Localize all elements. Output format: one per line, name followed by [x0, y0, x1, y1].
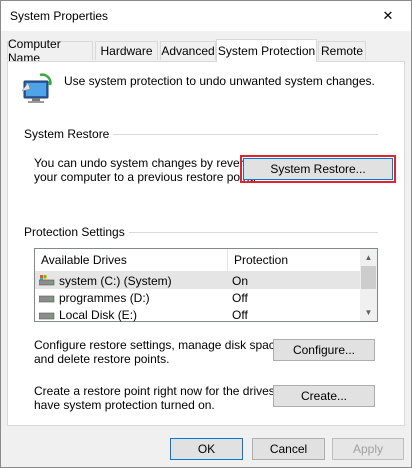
system-drive-icon: [38, 275, 55, 289]
scroll-up-icon[interactable]: ▲: [360, 249, 377, 266]
tab-system-protection[interactable]: System Protection: [216, 39, 317, 62]
system-protection-icon: [18, 71, 54, 110]
protection-settings-group-label: Protection Settings: [24, 225, 129, 239]
cancel-button[interactable]: Cancel: [252, 438, 325, 460]
title-bar: System Properties ✕: [1, 1, 411, 31]
column-available-drives[interactable]: Available Drives: [41, 253, 127, 267]
configure-description-2: and delete restore points.: [34, 352, 170, 366]
create-description-1: Create a restore point right now for the…: [34, 384, 299, 398]
system-restore-description-2: your computer to a previous restore poin…: [34, 170, 257, 184]
column-protection[interactable]: Protection: [234, 253, 288, 267]
table-row[interactable]: programmes (D:) Off: [35, 289, 360, 306]
drive-protection-status: Off: [232, 308, 248, 322]
drive-name: system (C:) (System): [59, 274, 172, 288]
drive-protection-status: On: [232, 274, 249, 288]
drives-list-header: Available Drives Protection: [35, 249, 360, 272]
system-restore-group-label: System Restore: [24, 127, 114, 141]
apply-button[interactable]: Apply: [332, 438, 404, 460]
configure-button[interactable]: Configure...: [273, 339, 375, 361]
tab-hardware[interactable]: Hardware: [95, 41, 158, 60]
system-properties-window: System Properties ✕ Computer Name Hardwa…: [0, 0, 412, 468]
tab-strip: Computer Name Hardware Advanced System P…: [7, 37, 405, 65]
scroll-down-icon[interactable]: ▼: [360, 304, 377, 321]
ok-button[interactable]: OK: [170, 438, 243, 460]
drives-list[interactable]: Available Drives Protection system (C:) …: [34, 248, 378, 322]
system-restore-button[interactable]: System Restore...: [240, 155, 396, 183]
create-button[interactable]: Create...: [273, 385, 375, 407]
drive-name: Local Disk (E:): [59, 308, 138, 322]
close-button[interactable]: ✕: [365, 1, 411, 31]
system-protection-panel: Use system protection to undo unwanted s…: [7, 61, 405, 426]
drive-icon: [38, 309, 55, 323]
drives-list-scrollbar[interactable]: ▲ ▼: [360, 249, 377, 321]
table-row[interactable]: Local Disk (E:) Off: [35, 306, 360, 323]
create-description-2: have system protection turned on.: [34, 398, 215, 412]
table-row[interactable]: system (C:) (System) On: [35, 272, 360, 289]
tab-computer-name[interactable]: Computer Name: [7, 37, 93, 65]
tab-remote[interactable]: Remote: [318, 41, 366, 60]
drive-protection-status: Off: [232, 291, 248, 305]
column-separator[interactable]: [227, 249, 228, 271]
intro-text: Use system protection to undo unwanted s…: [64, 74, 375, 88]
configure-description-1: Configure restore settings, manage disk …: [34, 338, 285, 352]
close-icon: ✕: [382, 8, 394, 23]
window-title: System Properties: [10, 9, 109, 23]
scrollbar-thumb[interactable]: [361, 266, 376, 289]
drive-icon: [38, 292, 55, 306]
dialog-footer: OK Cancel Apply: [1, 426, 411, 467]
drive-name: programmes (D:): [59, 291, 150, 305]
system-restore-description-1: You can undo system changes by reverting: [34, 156, 264, 170]
tab-advanced[interactable]: Advanced: [160, 41, 216, 60]
